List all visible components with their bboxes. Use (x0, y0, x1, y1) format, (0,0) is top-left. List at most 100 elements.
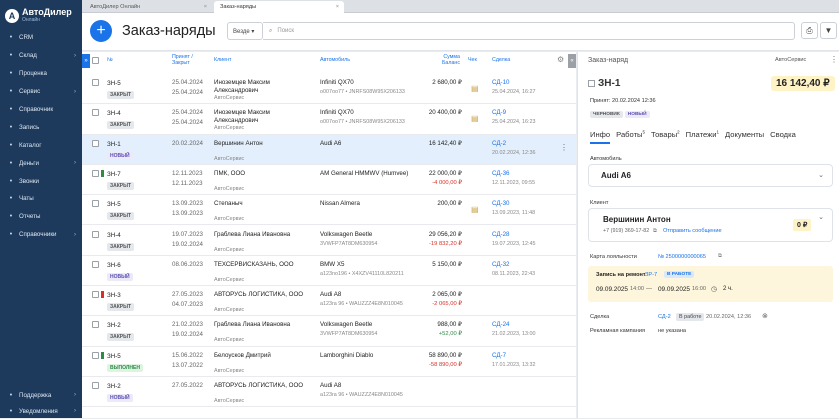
money-icon: • (9, 159, 13, 167)
sidebar-item[interactable]: • Проценка (0, 65, 82, 83)
copy-icon[interactable]: ⧉ (718, 253, 722, 260)
deal-link[interactable]: СД-2 (658, 314, 671, 320)
deal-link[interactable]: СД-10 (492, 79, 509, 86)
deal-link[interactable]: СД-36 (492, 170, 509, 177)
close-icon[interactable]: × (336, 4, 339, 10)
app-logo[interactable]: A АвтоДилер Онлайн (5, 8, 72, 23)
row-checkbox[interactable] (92, 169, 99, 177)
table-row[interactable]: ЗН-5 ЗАКРЫТ 13.09.2023 13.09.2023 Степаныч Ав… (82, 195, 576, 226)
search-input[interactable]: ⌕ Поиск (263, 22, 795, 40)
tab-orders[interactable]: Заказ-наряды × (214, 1, 344, 13)
deal-link[interactable]: СД-2 (492, 140, 506, 147)
order-number: ЗН-2 (107, 322, 121, 330)
client-name: ТЕХСЕРВИСКАЗАНЬ, ООО (214, 260, 294, 268)
sidebar-item[interactable]: • Чаты (0, 190, 82, 208)
close-icon[interactable]: × (204, 4, 207, 10)
sidebar-item[interactable]: • Деньги › (0, 154, 82, 172)
select-all-checkbox[interactable] (92, 57, 99, 64)
row-checkbox[interactable] (92, 260, 99, 268)
table-row[interactable]: ЗН-3 ЗАКРЫТ 27.05.2023 04.07.2023 АВТОРУСЬ Л… (82, 286, 576, 317)
panel-tab[interactable]: Сводка (770, 130, 796, 139)
row-checkbox[interactable] (92, 321, 99, 329)
sidebar-item[interactable]: • Справочник (0, 101, 82, 119)
repair-number[interactable]: ЗР-7 (645, 272, 657, 278)
panel-tab[interactable]: Работы5 (616, 129, 645, 139)
receipt-warning-icon[interactable]: ▤ (471, 114, 479, 123)
gear-icon[interactable]: ⚙ (557, 55, 564, 64)
row-checkbox[interactable] (92, 200, 99, 208)
row-menu-icon[interactable]: ⋮ (560, 143, 568, 152)
row-checkbox[interactable] (92, 79, 99, 86)
car-value: Audi A6 (601, 171, 631, 180)
sidebar-item[interactable]: • Справочники › (0, 226, 82, 244)
collapse-left-button[interactable]: » (82, 54, 90, 68)
deal-link[interactable]: СД-30 (492, 200, 509, 207)
sidebar-item[interactable]: • Каталог (0, 136, 82, 154)
row-checkbox[interactable] (92, 351, 99, 359)
panel-tab[interactable]: Товары2 (651, 129, 680, 139)
add-order-button[interactable]: + (90, 20, 112, 42)
car-model: Audi A8 (320, 291, 342, 299)
table-row[interactable]: ЗН-7 ЗАКРЫТ 12.11.2023 12.11.2023 ПМК, ООО Ав… (82, 165, 576, 196)
deal-link[interactable]: СД-28 (492, 231, 509, 238)
table-row[interactable]: ЗН-2 НОВЫЙ 27.05.2022 АВТОРУСЬ ЛОГИСТИКА, О… (82, 377, 576, 408)
clock-icon: ◷ (711, 286, 718, 293)
table-row[interactable]: ЗН-5 ЗАКРЫТ 25.04.2024 25.04.2024 Иноземцев … (82, 74, 576, 105)
order-sum: 988,00 ₽ (437, 321, 462, 329)
client-card[interactable]: Вершинин Антон +7 (919) 369-17-82 ⧉ Отпр… (588, 208, 833, 242)
row-checkbox[interactable] (92, 382, 99, 389)
table-row[interactable]: ЗН-5 ВЫПОЛНЕН 15.06.2022 13.07.2022 Белоуско… (82, 347, 576, 377)
sidebar-bottom-item[interactable]: • Уведомления › (0, 403, 82, 419)
car-field[interactable]: Audi A6 ⌄ (588, 164, 833, 187)
deal-link[interactable]: СД-32 (492, 261, 509, 268)
car-model: Volkswagen Beetle (320, 230, 373, 238)
row-checkbox[interactable] (92, 291, 99, 299)
scope-select[interactable]: Везде ▾ (227, 22, 263, 40)
closed-date: 25.04.2024 (172, 119, 203, 127)
receipt-warning-icon[interactable]: ▤ (471, 205, 479, 214)
sidebar-item[interactable]: • Запись (0, 118, 82, 136)
repair-booking-card[interactable]: Запись на ремонт ЗР-7 В РАБОТЕ 09.09.202… (588, 266, 833, 302)
status-badge: ЧЕРНОВИК (590, 111, 623, 118)
sidebar-item[interactable]: • Звонки (0, 172, 82, 190)
deal-link[interactable]: СД-24 (492, 321, 509, 328)
receipt-warning-icon[interactable]: ▤ (471, 84, 479, 93)
sidebar-item[interactable]: • Отчеты (0, 208, 82, 226)
send-message-link[interactable]: Отправить сообщение (663, 228, 722, 234)
table-row[interactable]: ЗН-2 ЗАКРЫТ 21.02.2023 19.02.2024 Граблева Л… (82, 316, 576, 347)
panel-tab[interactable]: Документы (725, 130, 764, 139)
order-sum: 2 680,00 ₽ (432, 79, 462, 86)
client-phone[interactable]: +7 (919) 369-17-82 (603, 228, 649, 234)
order-balance: +52,00 ₽ (438, 331, 462, 338)
col-sum[interactable]: Сумма Баланс (432, 54, 460, 73)
panel-tab-label: Платежи (685, 129, 717, 139)
row-checkbox[interactable] (92, 139, 99, 147)
table-row[interactable]: ЗН-1 НОВЫЙ 20.02.2024 Вершинин Антон АвтоСер… (82, 134, 576, 165)
sidebar-bottom-item[interactable]: • Поддержка › (0, 387, 82, 403)
table-row[interactable]: ЗН-4 ЗАКРЫТ 25.04.2024 25.04.2024 Иноземцев … (82, 104, 576, 135)
row-checkbox[interactable] (92, 230, 99, 238)
panel-checkbox[interactable] (588, 80, 595, 87)
support-icon: • (9, 391, 13, 399)
filter-button[interactable]: ▼ (820, 22, 837, 39)
table-row[interactable]: ЗН-6 НОВЫЙ 08.06.2023 ТЕХСЕРВИСКАЗАНЬ, ООО А… (82, 256, 576, 287)
sidebar-item[interactable]: • Сервис › (0, 83, 82, 101)
sidebar-item[interactable]: • CRM (0, 29, 82, 47)
expand-panel-button[interactable]: « (568, 54, 576, 68)
flag-icon (101, 169, 104, 177)
panel-tab[interactable]: Платежи1 (685, 129, 719, 139)
chevron-down-icon[interactable]: ⌄ (818, 213, 824, 221)
col-created[interactable]: Принят / Закрыт (172, 54, 208, 73)
table-row[interactable]: ЗН-4 ЗАКРЫТ 19.07.2023 19.02.2024 Граблева Л… (82, 226, 576, 256)
deal-link[interactable]: СД-9 (492, 109, 506, 116)
sidebar-item[interactable]: • Склад › (0, 47, 82, 65)
copy-icon[interactable]: ⧉ (653, 228, 657, 235)
loyalty-card-link[interactable]: № 2500000000065 (658, 254, 706, 260)
panel-tab[interactable]: Инфо (590, 130, 610, 139)
close-icon[interactable]: ⊗ (762, 312, 768, 320)
print-button[interactable]: ⎙ (801, 22, 818, 39)
tab-autodealer[interactable]: АвтоДилер Онлайн × (84, 1, 212, 13)
row-checkbox[interactable] (92, 109, 99, 117)
deal-link[interactable]: СД-7 (492, 352, 506, 359)
more-icon[interactable]: ⋮ (830, 55, 838, 64)
